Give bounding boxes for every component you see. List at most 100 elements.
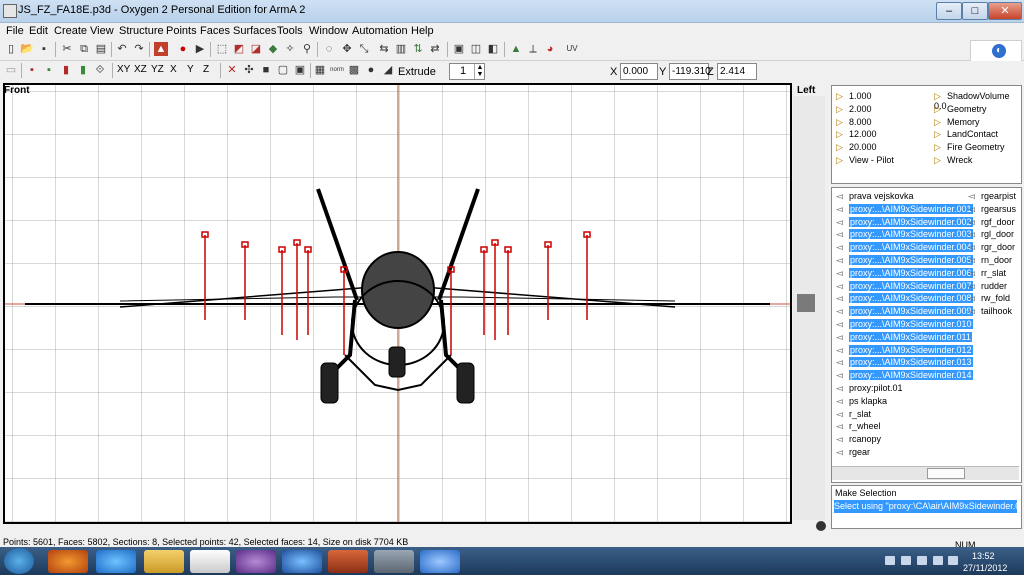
select-icon[interactable]: ⬚	[215, 42, 229, 56]
axis-xy-button[interactable]: XY	[117, 64, 130, 75]
x-coord-field[interactable]: 0.000	[620, 63, 658, 80]
named-selection-item[interactable]: ◅ rcanopy	[836, 434, 881, 446]
normals-toggle-icon[interactable]: norm	[330, 63, 344, 77]
named-selection-item[interactable]: ◅ rgearpist	[968, 191, 1016, 203]
grid-icon[interactable]: ▦	[313, 63, 327, 77]
lod-item[interactable]: ▷ View - Pilot	[836, 155, 894, 165]
menu-file[interactable]: File	[6, 25, 24, 37]
itunes-icon[interactable]	[282, 550, 322, 573]
axis-xz-button[interactable]: XZ	[134, 64, 147, 75]
named-selection-item[interactable]: ◅ proxy:...\AIM9xSidewinder.007	[836, 280, 973, 293]
frame-icon[interactable]: ▢	[276, 63, 290, 77]
axis-yz-button[interactable]: YZ	[151, 64, 164, 75]
weight-icon[interactable]: ▪	[25, 63, 39, 77]
lod-item[interactable]: ▷ 1.000	[836, 91, 872, 101]
menu-edit[interactable]: Edit	[29, 25, 48, 37]
named-selection-item[interactable]: ◅ proxy:...\AIM9xSidewinder.003	[836, 229, 973, 241]
frame2-icon[interactable]: ▣	[293, 63, 307, 77]
box-icon[interactable]: ■	[259, 63, 273, 77]
z-coord-field[interactable]: 2.414	[717, 63, 757, 80]
named-selection-item[interactable]: ◅ proxy:pilot.01	[836, 383, 903, 395]
paste-icon[interactable]: ▤	[94, 42, 108, 56]
no-selection-icon[interactable]: ✕	[225, 63, 239, 77]
render-icon[interactable]: ◢	[381, 63, 395, 77]
named-selection-item[interactable]: ◅ r_wheel	[836, 421, 881, 433]
lod-item[interactable]: ▷ Wreck	[934, 155, 972, 165]
lod-item[interactable]: ▷ 8.000	[836, 117, 872, 127]
media-player-icon[interactable]	[190, 550, 230, 573]
named-selection-item[interactable]: ◅ proxy:...\AIM9xSidewinder.002	[836, 216, 973, 229]
lod-item[interactable]: ▷ LandContact	[934, 129, 998, 139]
named-selection-item[interactable]: ◅ rgear	[836, 447, 870, 459]
bin-pbo-icon[interactable]	[328, 550, 368, 573]
spin-down-icon[interactable]: ▼	[475, 71, 485, 78]
copy-icon[interactable]: ⧉	[77, 42, 91, 56]
named-selection-item[interactable]: ◅ rgr_door	[968, 242, 1015, 254]
lod-item[interactable]: ▷ Memory	[934, 117, 980, 127]
open-file-icon[interactable]: 📂	[20, 42, 34, 56]
named-selection-item[interactable]: ◅ proxy:...\AIM9xSidewinder.011	[836, 331, 972, 344]
menu-surfaces[interactable]: Surfaces	[233, 25, 276, 37]
select-points-icon[interactable]: ◪	[249, 42, 263, 56]
menu-create[interactable]: Create	[54, 25, 87, 37]
undo-icon[interactable]: ↶	[115, 42, 129, 56]
named-selection-item[interactable]: ◅ proxy:...\AIM9xSidewinder.001	[836, 203, 973, 216]
zoom-icon[interactable]: ⚲	[300, 42, 314, 56]
file-explorer-icon[interactable]	[144, 550, 184, 573]
lock-icon[interactable]: ▭	[4, 63, 18, 77]
named-selection-item[interactable]: ◅ proxy:...\AIM9xSidewinder.012	[836, 344, 973, 357]
oxygen-taskbar-icon[interactable]	[420, 550, 460, 573]
texture-icon[interactable]: ▲	[154, 42, 168, 56]
texture-view-icon[interactable]: ▩	[347, 63, 361, 77]
menu-view[interactable]: View	[90, 25, 114, 37]
pyramid-icon[interactable]: ▲	[509, 42, 523, 56]
weight-red-icon[interactable]: ▮	[59, 63, 73, 77]
uv-editor-icon[interactable]: UV	[563, 42, 581, 56]
minimize-button[interactable]: –	[936, 2, 962, 20]
menu-faces[interactable]: Faces	[200, 25, 230, 37]
normals-icon[interactable]: ⟐	[93, 63, 107, 77]
weight-split-icon[interactable]: ▮	[76, 63, 90, 77]
color-wheel-icon[interactable]: ◕	[543, 42, 557, 56]
menu-points[interactable]: Points	[166, 25, 197, 37]
named-selection-item[interactable]: ◅ rr_slat	[968, 268, 1006, 280]
flip-icon[interactable]: ⇅	[411, 42, 425, 56]
lod-item[interactable]: ▷ Geometry	[934, 104, 987, 114]
axis-x-button[interactable]: X	[170, 64, 177, 75]
cube-icon[interactable]: ▣	[452, 42, 466, 56]
named-selection-item[interactable]: ◅ proxy:...\AIM9xSidewinder.005	[836, 255, 973, 267]
align-icon[interactable]: ▥	[394, 42, 408, 56]
maximize-button[interactable]: □	[962, 2, 988, 20]
named-selection-item[interactable]: ◅ tailhook	[968, 306, 1012, 318]
front-view-canvas[interactable]	[5, 85, 790, 522]
tray-volume-icon[interactable]	[933, 556, 943, 565]
horizontal-scrollbar[interactable]	[832, 466, 1019, 480]
save-icon[interactable]: ▪	[37, 42, 51, 56]
named-selection-item[interactable]: ◅ proxy:...\AIM9xSidewinder.008	[836, 293, 973, 305]
lasso-icon[interactable]: ◌	[322, 42, 336, 56]
select-faces-icon[interactable]: ◩	[232, 42, 246, 56]
named-selection-item[interactable]: ◅ proxy:...\AIM9xSidewinder.014	[836, 370, 973, 382]
menu-tools[interactable]: Tools	[277, 25, 303, 37]
cube-edit-icon[interactable]: ◧	[486, 42, 500, 56]
named-selection-item[interactable]: ◅ proxy:...\AIM9xSidewinder.009	[836, 306, 973, 318]
named-selection-item[interactable]: ◅ ps klapka	[836, 396, 887, 408]
lod-item[interactable]: ▷ 12.000	[836, 129, 877, 139]
firefox-icon[interactable]	[48, 550, 88, 573]
axis-icon[interactable]: ⟂	[526, 42, 540, 56]
menu-structure[interactable]: Structure	[119, 25, 164, 37]
weight-green-icon[interactable]: ▪	[42, 63, 56, 77]
lod-item[interactable]: ▷ 20.000	[836, 142, 877, 152]
start-button[interactable]	[4, 548, 34, 574]
resize-handle-icon[interactable]	[816, 521, 826, 531]
named-selection-item[interactable]: ◅ prava vejskovka	[836, 191, 914, 203]
named-selection-item[interactable]: ◅ rw_fold	[968, 293, 1010, 305]
pin-icon[interactable]: ✧	[283, 42, 297, 56]
tray-device-icon[interactable]	[901, 556, 911, 565]
named-selection-item[interactable]: ◅ rudder	[968, 281, 1007, 293]
new-file-icon[interactable]: ▯	[4, 42, 18, 56]
named-selection-item[interactable]: ◅ rgearsus	[968, 204, 1016, 216]
reset-icon[interactable]: ⇄	[428, 42, 442, 56]
tray-network-icon[interactable]	[917, 556, 927, 565]
cut-icon[interactable]: ✂	[60, 42, 74, 56]
